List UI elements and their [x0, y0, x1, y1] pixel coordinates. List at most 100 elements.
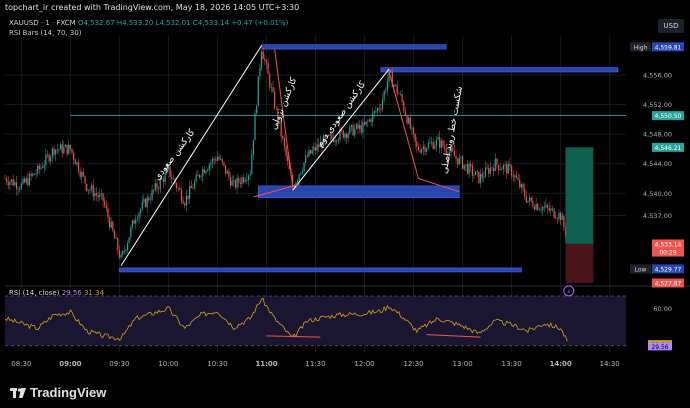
candle-body — [381, 99, 384, 110]
candle-body — [517, 178, 519, 180]
candle-body — [262, 51, 264, 59]
candle-body — [429, 142, 431, 144]
candle-body — [122, 250, 124, 255]
candle-body — [430, 142, 433, 144]
candle-body — [10, 179, 13, 182]
candle-body — [466, 164, 469, 174]
candle-body — [555, 217, 557, 219]
candle-body — [208, 164, 210, 170]
candle-body — [514, 175, 516, 177]
candle-body — [158, 188, 160, 190]
candle-body — [184, 203, 186, 206]
price-label: 4,527.87 — [655, 280, 682, 287]
candle-body — [538, 209, 540, 211]
rsi-value: 31.34 — [83, 289, 105, 297]
candle-body — [533, 206, 536, 210]
candle-body — [105, 205, 107, 209]
candle-body — [207, 169, 209, 171]
candle-body — [507, 163, 509, 174]
candle-body — [187, 195, 189, 199]
candle-body — [171, 177, 173, 179]
candle-body — [345, 133, 348, 139]
candle-body — [28, 173, 31, 185]
candle-body — [94, 193, 96, 197]
candle-body — [45, 154, 47, 165]
candle-body — [51, 148, 53, 157]
candle-body — [79, 172, 81, 177]
candle-body — [296, 179, 299, 183]
trendline — [292, 68, 390, 191]
candle-body — [259, 67, 261, 77]
target-zone — [565, 147, 594, 244]
candle-body — [367, 121, 369, 123]
y-tick-label: 4,556.00 — [643, 71, 672, 79]
chart-annotation: کارکشن صعودی دوم — [315, 79, 368, 149]
candle-body — [372, 113, 374, 123]
candle-body — [100, 193, 103, 195]
candle-body — [55, 149, 57, 155]
candle-body — [22, 178, 24, 184]
candle-body — [434, 145, 436, 149]
candle-body — [396, 84, 398, 94]
candle-body — [409, 117, 411, 129]
candle-body — [43, 164, 45, 168]
candle-body — [257, 76, 259, 106]
candle-body — [59, 144, 62, 150]
candle-body — [546, 204, 549, 208]
candle-body — [35, 173, 37, 175]
candle-body — [6, 178, 8, 183]
candle-body — [143, 199, 145, 203]
candle-body — [241, 177, 243, 184]
candle-body — [110, 221, 112, 228]
candle-body — [213, 158, 215, 160]
candle-body — [81, 171, 83, 177]
candle-body — [128, 237, 130, 244]
candle-body — [236, 178, 238, 188]
candle-body — [548, 207, 550, 211]
candle-body — [551, 208, 554, 210]
candle-body — [432, 142, 434, 149]
x-tick-label: 10:00 — [158, 360, 178, 368]
candle-body — [205, 170, 207, 173]
candle-body — [14, 182, 16, 186]
candle-body — [303, 162, 305, 171]
candle-body — [545, 204, 547, 208]
candle-body — [347, 133, 349, 139]
candle-body — [125, 249, 127, 251]
candle-body — [524, 188, 526, 197]
candle-body — [377, 108, 379, 112]
candle-body — [334, 140, 336, 142]
candle-body — [140, 208, 142, 213]
candle-body — [272, 87, 274, 92]
candle-body — [465, 164, 467, 166]
candle-body — [260, 51, 263, 68]
candle-body — [69, 144, 71, 149]
candle-body — [63, 147, 65, 153]
x-tick-label: 13:00 — [452, 360, 472, 368]
candle-body — [221, 158, 223, 163]
candle-body — [558, 212, 560, 219]
candle-body — [424, 146, 426, 152]
candle-body — [175, 183, 178, 189]
candle-body — [285, 146, 287, 156]
candle-body — [269, 73, 271, 88]
candle-body — [522, 184, 524, 189]
y-tick-label: 4,540.00 — [643, 190, 672, 198]
candle-body — [25, 178, 27, 183]
candle-body — [301, 170, 304, 174]
candle-body — [435, 139, 438, 146]
candle-body — [265, 60, 268, 64]
candle-body — [368, 119, 371, 122]
stop-zone — [565, 243, 594, 283]
y-tick-label: 4,544.00 — [643, 160, 672, 168]
candle-body — [179, 188, 181, 190]
candle-body — [95, 193, 98, 196]
candle-body — [148, 197, 150, 201]
supply-demand-zone — [119, 267, 522, 273]
candle-body — [149, 199, 152, 201]
price-chart[interactable]: ⚡ کارکشن صعودیکارکشن نزولی کارکشن صعودی د… — [0, 0, 690, 372]
candle-body — [17, 188, 19, 190]
candle-body — [228, 171, 230, 178]
rsi-legend[interactable]: RSI (14, close) 29.56 31.34 — [9, 289, 104, 297]
candle-body — [509, 163, 511, 167]
